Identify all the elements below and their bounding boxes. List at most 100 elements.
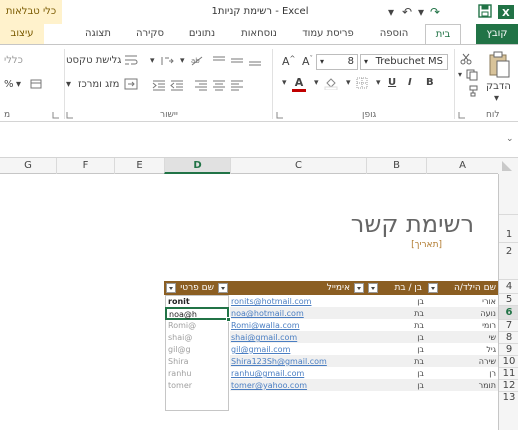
cut-icon[interactable]	[460, 53, 472, 68]
copy-icon[interactable]	[466, 69, 478, 84]
cell-email-link[interactable]: ronits@hotmail.com	[231, 296, 365, 307]
paste-icon[interactable]	[488, 51, 510, 82]
borders-dropdown-icon[interactable]: ▾	[346, 77, 351, 88]
format-painter-icon[interactable]	[466, 85, 478, 100]
clipboard-group-launcher-icon[interactable]	[458, 111, 466, 122]
column-header-f[interactable]: F	[56, 158, 114, 174]
cell-email-link[interactable]: shai@gmail.com	[231, 332, 365, 343]
cell-private-name-preview[interactable]: tomer	[168, 380, 226, 391]
cell-child-name[interactable]: שירה	[426, 356, 496, 367]
row-header-2[interactable]: 2	[499, 242, 518, 260]
cell-gender[interactable]: בן	[366, 380, 424, 391]
align-right-icon[interactable]	[194, 79, 208, 94]
number-format-box[interactable]: כללי	[4, 55, 23, 66]
formula-bar[interactable]: ⌄	[0, 122, 518, 158]
row-header-6[interactable]: 6	[499, 305, 518, 319]
align-center-icon[interactable]	[212, 79, 226, 94]
wrap-text-button[interactable]: גלישת טקסט	[66, 55, 121, 66]
cell-email-link[interactable]: ranhu@gmail.com	[231, 368, 365, 379]
align-top-icon[interactable]	[212, 55, 226, 70]
row-header-11[interactable]: 11	[499, 367, 518, 379]
decrease-indent-icon[interactable]	[170, 79, 184, 94]
cell-private-name-preview[interactable]: ranhu	[168, 368, 226, 379]
align-middle-icon[interactable]	[230, 55, 244, 70]
column-header-g[interactable]: G	[0, 158, 56, 174]
cell-gender[interactable]: בן	[366, 344, 424, 355]
cell-child-name[interactable]: רן	[426, 368, 496, 379]
shrink-font-button[interactable]: Aˇ	[302, 55, 313, 68]
cell-private-name-preview[interactable]: Shira	[168, 356, 226, 367]
header-private-name[interactable]: שם פרטי	[164, 281, 230, 295]
font-group-launcher-icon[interactable]	[276, 111, 284, 122]
filter-dropdown-icon[interactable]	[428, 283, 438, 293]
filter-dropdown-icon[interactable]	[166, 283, 176, 293]
tab-page-layout[interactable]: פריסת עמוד	[296, 24, 360, 44]
tab-formulas[interactable]: נוסחאות	[236, 24, 282, 44]
cell-gender[interactable]: בן	[366, 332, 424, 343]
text-direction-icon[interactable]	[160, 55, 174, 70]
accounting-format-icon[interactable]	[30, 78, 42, 93]
cell-child-name[interactable]: גיל	[426, 344, 496, 355]
cell-private-name[interactable]: ronit	[168, 296, 226, 307]
tab-view[interactable]: תצוגה	[78, 24, 118, 44]
percent-button[interactable]: %	[4, 79, 14, 90]
cell-gender[interactable]: בת	[366, 356, 424, 367]
merge-center-button[interactable]: מזג ומרכז	[78, 79, 119, 90]
borders-icon[interactable]	[356, 77, 368, 92]
active-cell-d6[interactable]: noa@h	[165, 307, 231, 322]
grow-font-button[interactable]: A^	[282, 55, 295, 68]
row-header-12[interactable]: 12	[499, 379, 518, 391]
align-bottom-icon[interactable]	[248, 55, 262, 70]
number-format-dropdown-icon[interactable]: ▾	[16, 79, 21, 90]
underline-button[interactable]: U	[388, 77, 396, 88]
column-header-c[interactable]: C	[230, 158, 366, 174]
merge-dropdown-icon[interactable]: ▾	[66, 79, 71, 90]
row-header-7[interactable]: 7	[499, 319, 518, 331]
redo-icon[interactable]: ↷	[430, 4, 440, 20]
cell-child-name[interactable]: תומר	[426, 380, 496, 391]
row-header-10[interactable]: 10	[499, 355, 518, 367]
font-name-box[interactable]: ▾ Trebuchet MS	[360, 54, 448, 70]
cell-child-name[interactable]: שי	[426, 332, 496, 343]
row-header-5[interactable]: 5	[499, 293, 518, 305]
save-icon[interactable]	[478, 4, 492, 20]
cell-gender[interactable]: בן	[366, 296, 424, 307]
paste-button[interactable]: הדבק	[486, 81, 511, 92]
tab-review[interactable]: סקירה	[130, 24, 170, 44]
select-all-corner[interactable]	[498, 158, 518, 174]
cell-gender[interactable]: בת	[366, 320, 424, 331]
customize-qat-icon[interactable]: ▾	[388, 4, 394, 20]
cell-private-name-preview[interactable]: gil@g	[168, 344, 226, 355]
column-header-b[interactable]: B	[366, 158, 426, 174]
cell-private-name-preview[interactable]: Romi@	[168, 320, 226, 331]
font-color-dropdown-icon[interactable]: ▾	[282, 77, 287, 88]
cell-child-name[interactable]: רומי	[426, 320, 496, 331]
font-size-dropdown-icon[interactable]: ▾	[320, 55, 324, 69]
cell-email-link[interactable]: gil@gmail.com	[231, 344, 365, 355]
undo-icon[interactable]: ↶	[402, 4, 412, 20]
copy-dropdown-icon[interactable]: ▾	[458, 69, 462, 80]
cell-email-link[interactable]: Shira123Sh@gmail.com	[231, 356, 365, 367]
row-header-8[interactable]: 8	[499, 331, 518, 343]
header-child-name[interactable]: שם הילד/ה	[426, 281, 498, 295]
cell-gender[interactable]: בת	[366, 308, 424, 319]
increase-indent-icon[interactable]	[152, 79, 166, 94]
orientation-icon[interactable]: ab	[190, 55, 204, 70]
bold-button[interactable]: B	[426, 77, 434, 88]
orientation-dropdown-icon[interactable]: ▾	[180, 55, 185, 66]
header-gender[interactable]: בן / בת	[366, 281, 426, 295]
cell-gender[interactable]: בן	[366, 368, 424, 379]
tab-insert[interactable]: הוספה	[372, 24, 416, 44]
filter-dropdown-icon[interactable]	[354, 283, 364, 293]
expand-formula-bar-icon[interactable]: ⌄	[506, 134, 514, 144]
tab-design[interactable]: עיצוב	[0, 24, 44, 44]
cell-private-name-preview[interactable]: shai@	[168, 332, 226, 343]
undo-dropdown-icon[interactable]: ▾	[418, 4, 424, 20]
column-header-a[interactable]: A	[426, 158, 498, 174]
italic-button[interactable]: I	[408, 77, 412, 88]
tab-data[interactable]: נתונים	[182, 24, 222, 44]
align-left-icon[interactable]	[230, 79, 244, 94]
cell-email-link[interactable]: noa@hotmail.com	[231, 308, 365, 319]
text-direction-dropdown-icon[interactable]: ▾	[150, 55, 155, 66]
alignment-group-launcher-icon[interactable]	[66, 111, 74, 122]
